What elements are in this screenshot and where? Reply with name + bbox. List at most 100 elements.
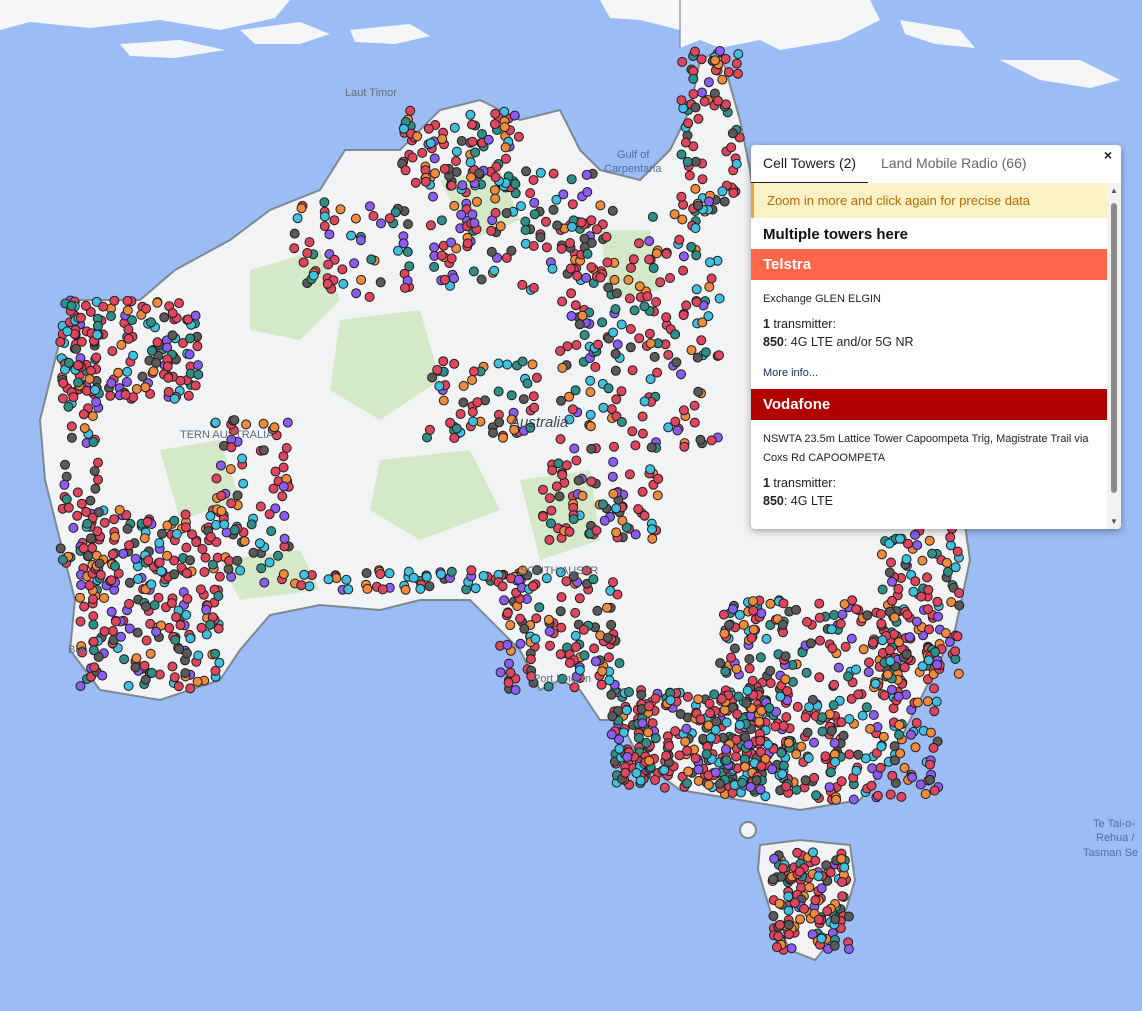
tower-marker[interactable] bbox=[185, 633, 196, 644]
tower-marker[interactable] bbox=[822, 906, 833, 917]
tower-marker[interactable] bbox=[531, 372, 542, 383]
tower-marker[interactable] bbox=[719, 628, 730, 639]
tower-marker[interactable] bbox=[954, 600, 965, 611]
tower-marker[interactable] bbox=[270, 466, 281, 477]
tower-marker[interactable] bbox=[824, 782, 835, 793]
tower-marker[interactable] bbox=[751, 775, 762, 786]
tower-marker[interactable] bbox=[585, 387, 596, 398]
tower-marker[interactable] bbox=[543, 614, 554, 625]
tower-marker[interactable] bbox=[338, 278, 349, 289]
tower-marker[interactable] bbox=[146, 317, 156, 328]
tower-marker[interactable] bbox=[502, 608, 513, 619]
tower-marker[interactable] bbox=[528, 391, 539, 402]
tower-marker[interactable] bbox=[195, 584, 206, 595]
tower-marker[interactable] bbox=[93, 320, 103, 331]
tower-marker[interactable] bbox=[570, 300, 581, 311]
tower-marker[interactable] bbox=[714, 350, 724, 361]
tower-marker[interactable] bbox=[728, 188, 739, 198]
tower-marker[interactable] bbox=[678, 310, 689, 321]
tower-marker[interactable] bbox=[591, 224, 602, 235]
tower-marker[interactable] bbox=[183, 390, 194, 401]
tower-marker[interactable] bbox=[671, 357, 682, 368]
tower-marker[interactable] bbox=[346, 230, 357, 241]
tower-marker[interactable] bbox=[57, 554, 68, 565]
tower-marker[interactable] bbox=[814, 612, 825, 623]
tower-marker[interactable] bbox=[731, 751, 741, 762]
tower-marker[interactable] bbox=[887, 770, 898, 781]
tower-marker[interactable] bbox=[765, 598, 776, 609]
tower-marker[interactable] bbox=[468, 416, 479, 427]
tower-marker[interactable] bbox=[681, 723, 692, 734]
tower-marker[interactable] bbox=[62, 326, 73, 337]
tower-marker[interactable] bbox=[663, 422, 674, 433]
tower-marker[interactable] bbox=[814, 672, 825, 683]
tower-marker[interactable] bbox=[732, 709, 743, 720]
tower-marker[interactable] bbox=[770, 721, 781, 732]
tower-marker[interactable] bbox=[99, 517, 110, 528]
tower-marker[interactable] bbox=[706, 435, 717, 446]
tower-marker[interactable] bbox=[577, 490, 588, 501]
tower-marker[interactable] bbox=[255, 501, 266, 512]
tower-marker[interactable] bbox=[647, 718, 658, 729]
tower-marker[interactable] bbox=[518, 394, 529, 405]
tower-marker[interactable] bbox=[645, 338, 656, 349]
tower-marker[interactable] bbox=[637, 411, 648, 422]
tower-marker[interactable] bbox=[513, 131, 524, 142]
tower-marker[interactable] bbox=[90, 385, 100, 395]
tower-marker[interactable] bbox=[646, 442, 657, 453]
tower-marker[interactable] bbox=[505, 620, 516, 631]
tower-marker[interactable] bbox=[148, 366, 159, 377]
tower-marker[interactable] bbox=[490, 193, 501, 204]
tower-marker[interactable] bbox=[800, 712, 811, 723]
tower-marker[interactable] bbox=[733, 68, 743, 79]
tower-marker[interactable] bbox=[349, 258, 360, 269]
tower-marker[interactable] bbox=[688, 73, 699, 84]
tower-marker[interactable] bbox=[95, 569, 106, 580]
tower-marker[interactable] bbox=[548, 168, 559, 179]
tower-marker[interactable] bbox=[449, 122, 460, 133]
tower-marker[interactable] bbox=[680, 137, 691, 148]
tower-marker[interactable] bbox=[343, 584, 354, 595]
scroll-thumb[interactable] bbox=[1111, 203, 1117, 493]
tower-marker[interactable] bbox=[579, 233, 590, 244]
tower-marker[interactable] bbox=[602, 257, 613, 268]
tower-marker[interactable] bbox=[555, 649, 566, 660]
tower-marker[interactable] bbox=[690, 102, 701, 113]
tower-marker[interactable] bbox=[510, 685, 521, 695]
tower-marker[interactable] bbox=[429, 261, 440, 272]
tower-marker[interactable] bbox=[746, 633, 757, 643]
tower-marker[interactable] bbox=[932, 659, 943, 670]
tower-marker[interactable] bbox=[446, 566, 457, 577]
tower-marker[interactable] bbox=[83, 550, 94, 561]
tower-marker[interactable] bbox=[567, 404, 578, 415]
tower-marker[interactable] bbox=[771, 942, 782, 953]
tower-marker[interactable] bbox=[592, 605, 603, 616]
tower-marker[interactable] bbox=[691, 250, 702, 261]
tower-marker[interactable] bbox=[145, 648, 156, 659]
tower-marker[interactable] bbox=[488, 427, 498, 438]
tower-marker[interactable] bbox=[731, 158, 742, 169]
tower-marker[interactable] bbox=[471, 196, 482, 207]
tower-marker[interactable] bbox=[629, 305, 640, 316]
tower-marker[interactable] bbox=[681, 300, 692, 311]
tower-marker[interactable] bbox=[602, 632, 613, 643]
tower-marker[interactable] bbox=[778, 720, 789, 731]
tower-marker[interactable] bbox=[408, 572, 419, 583]
tower-marker[interactable] bbox=[748, 605, 759, 616]
tower-marker[interactable] bbox=[547, 465, 558, 476]
tower-marker[interactable] bbox=[616, 417, 627, 427]
tower-marker[interactable] bbox=[609, 274, 620, 285]
tower-marker[interactable] bbox=[670, 726, 681, 737]
tower-marker[interactable] bbox=[769, 853, 780, 864]
tower-marker[interactable] bbox=[877, 635, 888, 646]
tower-marker[interactable] bbox=[586, 476, 597, 487]
tower-marker[interactable] bbox=[93, 474, 103, 485]
tower-marker[interactable] bbox=[566, 288, 577, 299]
tower-marker[interactable] bbox=[229, 525, 240, 535]
tower-marker[interactable] bbox=[617, 515, 628, 526]
tower-marker[interactable] bbox=[216, 506, 227, 516]
tower-marker[interactable] bbox=[680, 736, 691, 747]
tower-marker[interactable] bbox=[586, 443, 597, 454]
tower-marker[interactable] bbox=[624, 293, 635, 304]
tower-marker[interactable] bbox=[88, 619, 99, 630]
